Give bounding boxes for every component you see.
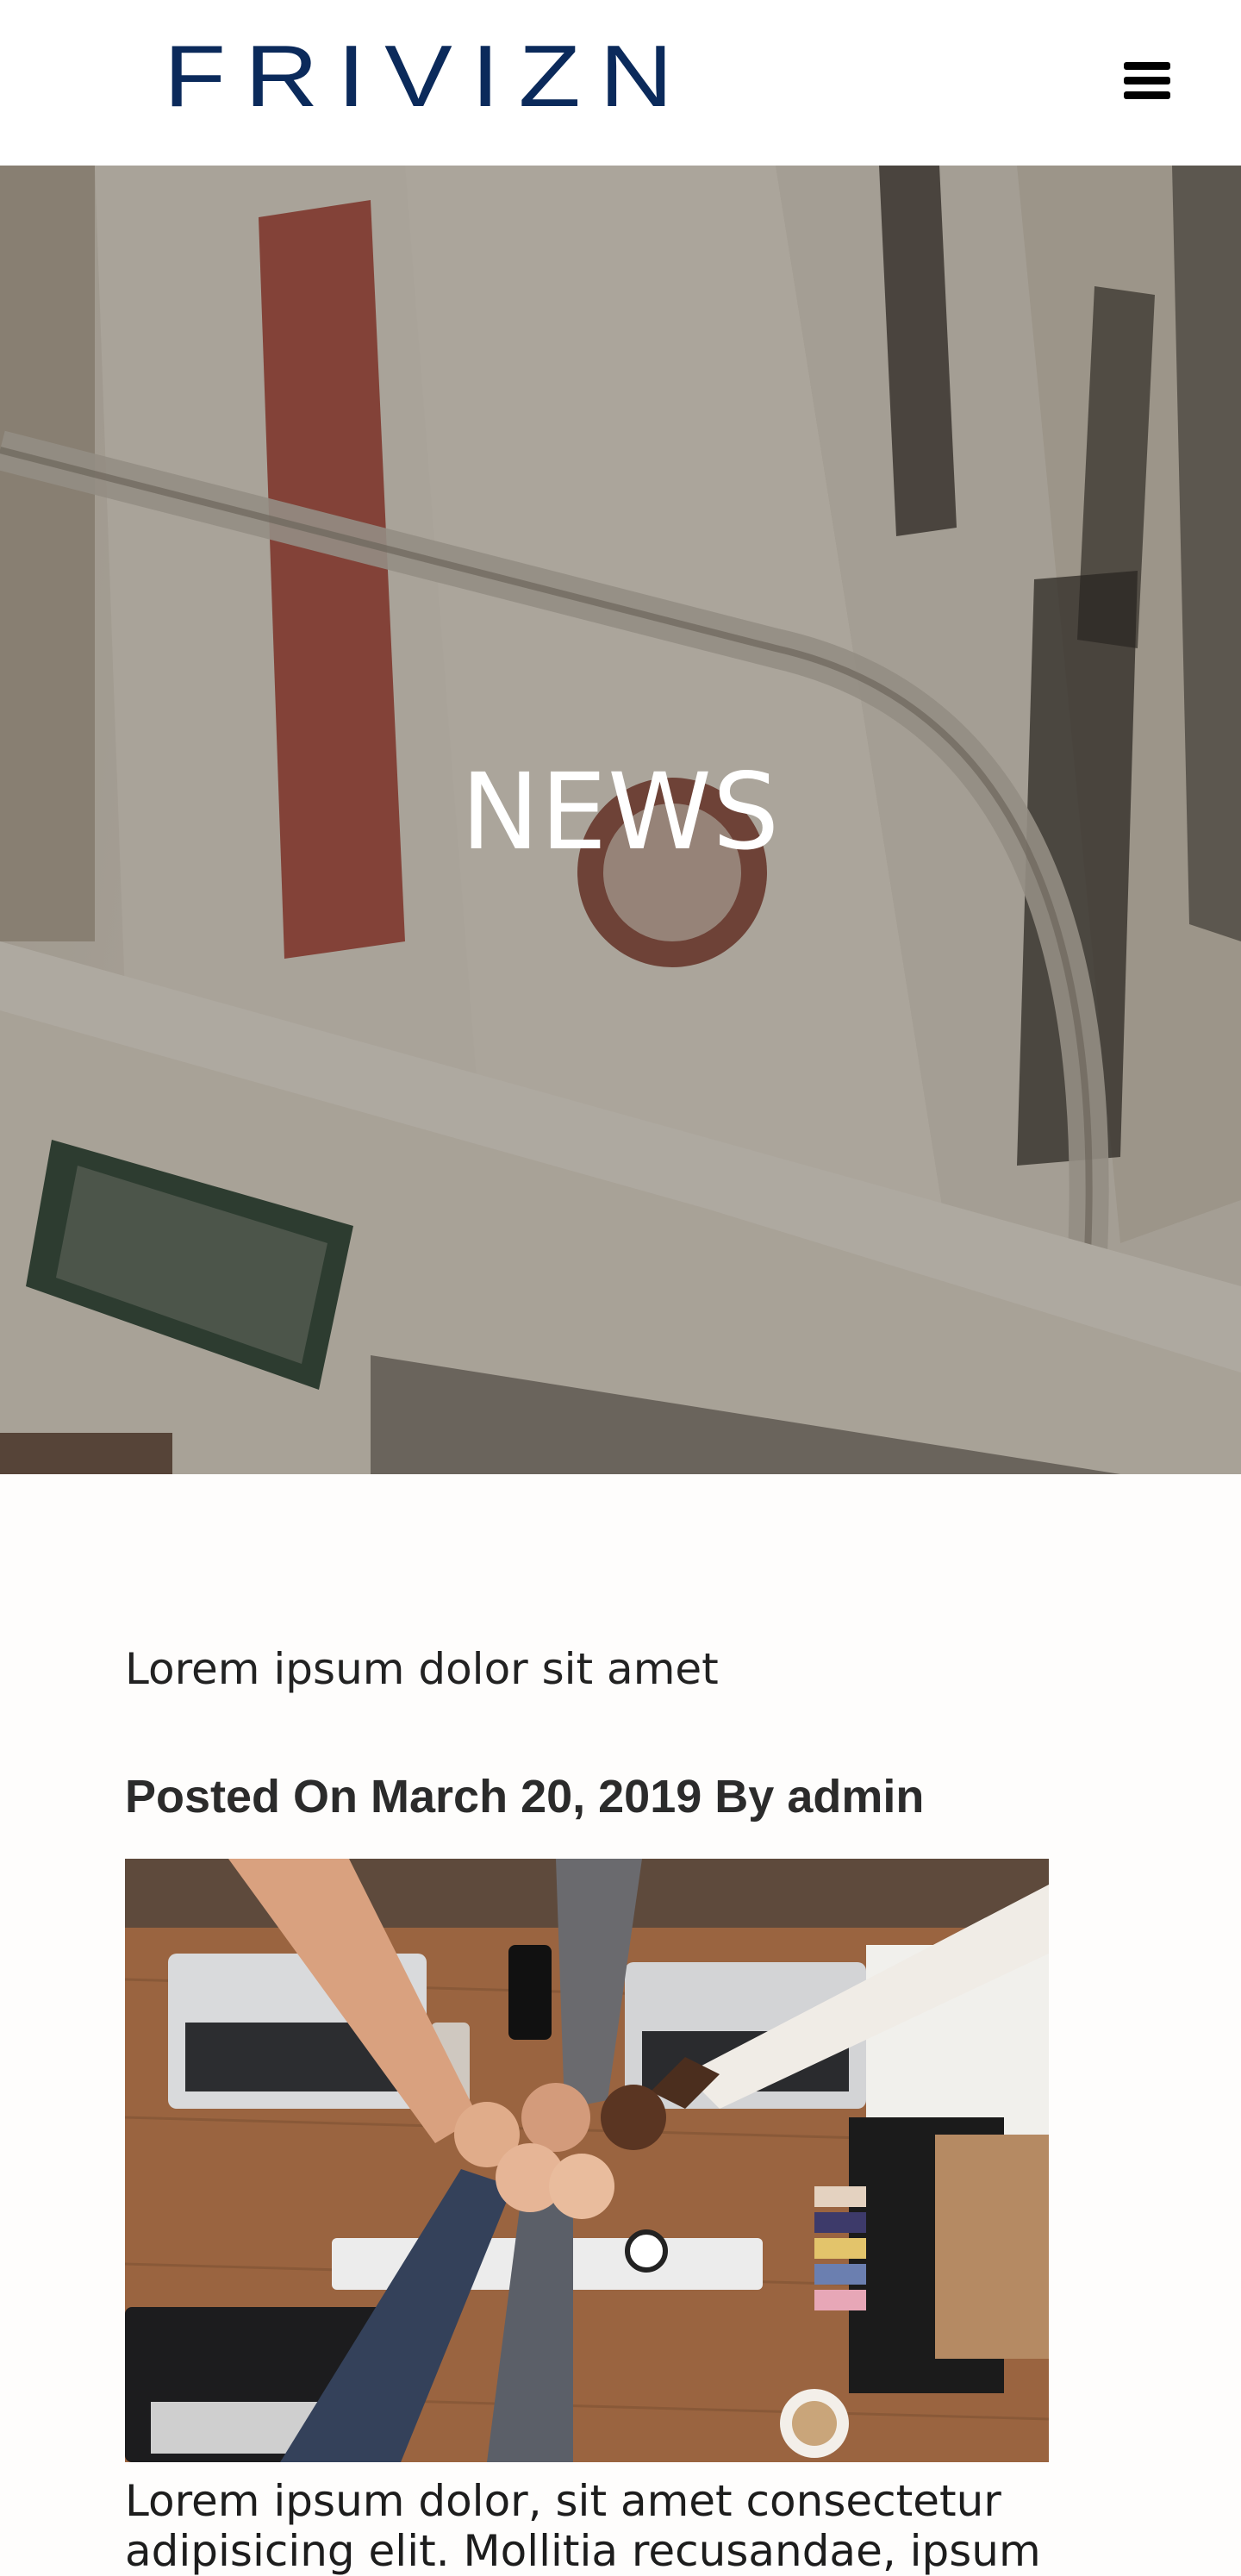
team-fist-bump-image [125, 1859, 1049, 2462]
hero-banner: NEWS [0, 166, 1241, 1474]
menu-bar [1124, 91, 1170, 99]
site-logo[interactable]: FRIVIZN [164, 33, 692, 120]
menu-bar [1124, 77, 1170, 84]
menu-bar [1124, 62, 1170, 70]
post-image[interactable] [125, 1859, 1049, 2462]
hamburger-menu-icon[interactable] [1117, 57, 1177, 105]
post-excerpt: Lorem ipsum dolor, sit amet consectetur … [125, 2476, 1041, 2576]
hero-title: NEWS [460, 751, 781, 873]
post-meta: Posted On March 20, 2019 By admin [125, 1771, 925, 1823]
post-title[interactable]: Lorem ipsum dolor sit amet [125, 1643, 719, 1695]
site-header: FRIVIZN [0, 0, 1241, 166]
